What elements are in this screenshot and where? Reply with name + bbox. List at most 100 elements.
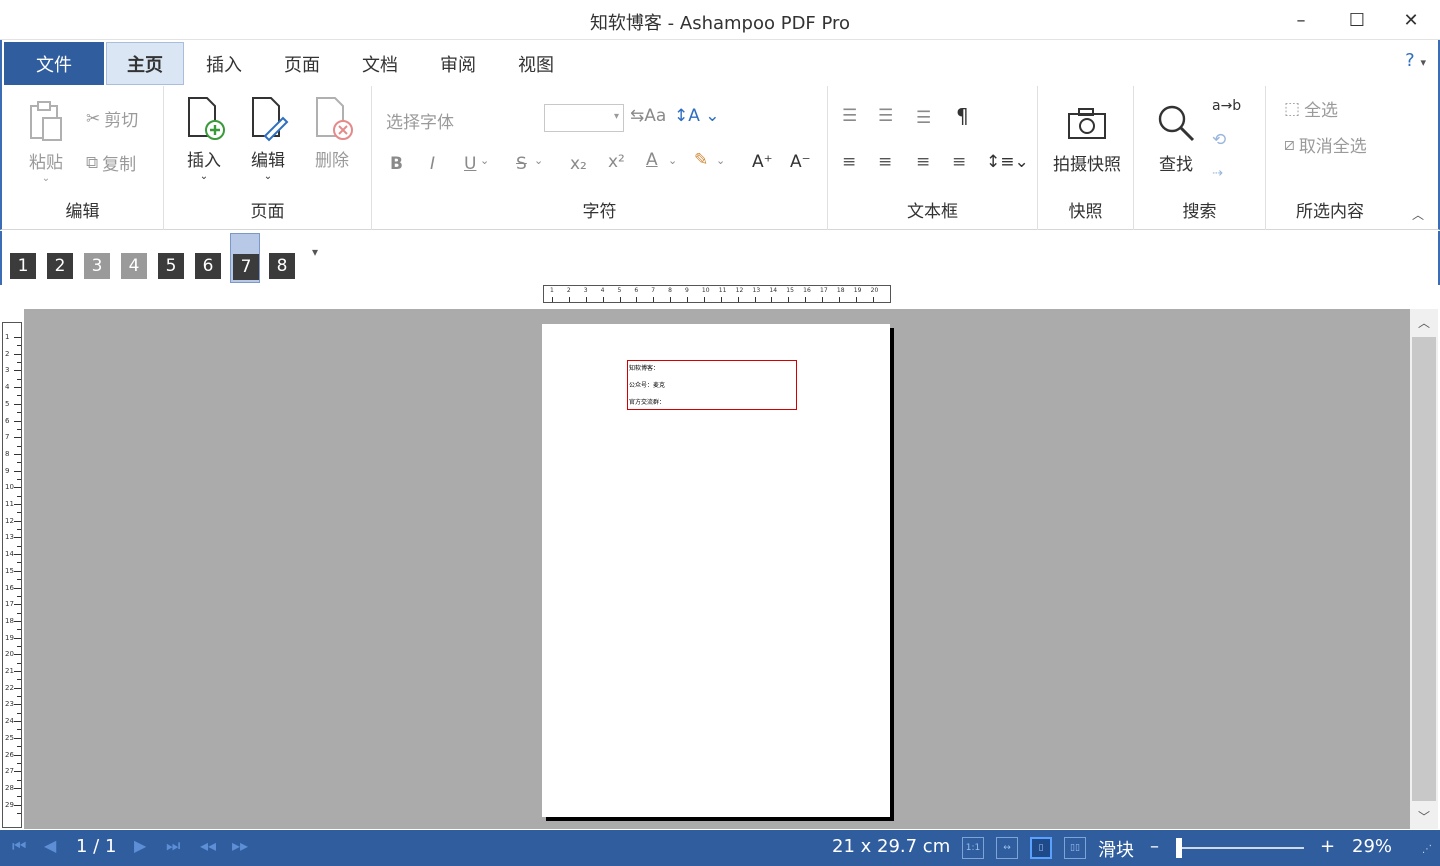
subscript-button[interactable]: x₂ <box>570 154 587 174</box>
pdf-page[interactable]: 知软博客： 公众号：麦克 官方交流群： <box>542 324 890 817</box>
ruler-tick <box>653 297 655 302</box>
close-button[interactable]: ✕ <box>1384 0 1438 40</box>
grow-font-button[interactable]: A⁺ <box>752 152 773 172</box>
italic-button[interactable]: I <box>430 154 435 174</box>
previous-page-icon[interactable]: ◀ <box>44 836 56 855</box>
ruler-tick <box>14 771 21 773</box>
deselect-all-button[interactable]: ⧄ 取消全选 <box>1284 132 1367 158</box>
ruler-tick <box>14 787 21 789</box>
ruler-number: 27 <box>5 767 14 776</box>
minimize-button[interactable]: – <box>1274 0 1328 40</box>
pilcrow-icon[interactable]: ¶ <box>956 104 969 128</box>
fit-page-icon[interactable]: ▯ <box>1030 837 1052 859</box>
snapshot-button[interactable]: 拍摄快照 <box>1044 100 1130 175</box>
customize-toolbar-icon[interactable]: ▾ <box>312 245 318 259</box>
zoom-slider-thumb[interactable] <box>1176 838 1182 858</box>
text-size-icon[interactable]: ↕A ⌄ <box>674 106 720 126</box>
two-page-icon[interactable]: ▯▯ <box>1064 837 1086 859</box>
tab-document[interactable]: 文档 <box>348 42 412 85</box>
chevron-down-icon[interactable]: ⌄ <box>534 154 543 167</box>
font-size-select[interactable]: ▾ <box>544 104 624 132</box>
last-page-icon[interactable]: ⏭ <box>166 836 180 856</box>
zoom-in-button[interactable]: + <box>1320 836 1335 857</box>
hand-tool-button[interactable]: 1 <box>8 233 38 283</box>
scroll-down-icon[interactable]: ﹀ <box>1410 803 1438 829</box>
strikethrough-button[interactable]: S <box>516 154 527 174</box>
text-line[interactable]: 官方交流群： <box>629 397 665 406</box>
tab-view[interactable]: 视图 <box>504 42 568 85</box>
save-button[interactable]: 3 <box>82 233 112 283</box>
add-text-button[interactable]: 8 <box>267 233 297 283</box>
align-top-icon[interactable]: ☰ <box>842 106 857 126</box>
ruler-number: 12 <box>5 516 14 525</box>
find-button[interactable]: 查找 <box>1146 100 1206 175</box>
first-page-icon[interactable]: ⏮ <box>12 836 26 856</box>
tab-file[interactable]: 文件 <box>4 42 104 85</box>
underline-button[interactable]: U <box>464 154 476 174</box>
delete-page-button[interactable]: 删除 <box>306 96 358 171</box>
select-tool-button[interactable]: 5 <box>156 233 186 283</box>
replace-button[interactable]: a→b <box>1212 98 1241 114</box>
align-bottom-icon[interactable]: ☰ <box>916 108 931 128</box>
paste-button[interactable]: 粘贴 ⌄ <box>20 98 72 184</box>
tab-page[interactable]: 页面 <box>270 42 334 85</box>
edit-page-button[interactable]: 编辑 ⌄ <box>242 96 294 182</box>
text-direction-icon[interactable]: ⇆Aa <box>630 106 666 126</box>
deselect-icon: ⧄ <box>1284 134 1295 155</box>
fit-width-icon[interactable]: ↔ <box>996 837 1018 859</box>
tab-home[interactable]: 主页 <box>106 42 184 85</box>
align-justify-icon[interactable]: ≡ <box>952 152 966 172</box>
ruler-tick <box>14 737 21 739</box>
chevron-down-icon[interactable]: ⌄ <box>716 154 725 167</box>
font-color-button[interactable]: A <box>646 150 658 170</box>
cut-button[interactable]: ✂ 剪切 <box>86 106 138 132</box>
page-indicator[interactable]: 1 / 1 <box>76 836 116 857</box>
ruler-number: 16 <box>5 583 14 592</box>
superscript-button[interactable]: x² <box>608 152 625 172</box>
tab-review[interactable]: 审阅 <box>426 42 490 85</box>
ruler-number: 13 <box>5 533 14 542</box>
align-right-icon[interactable]: ≡ <box>916 152 930 172</box>
scroll-up-icon[interactable]: ︿ <box>1410 309 1438 335</box>
shrink-font-button[interactable]: A⁻ <box>790 152 811 172</box>
ruler-tick <box>585 297 587 302</box>
text-tool-button[interactable]: 7 <box>230 233 260 283</box>
next-page-icon[interactable]: ▶ <box>134 836 146 855</box>
chevron-down-icon[interactable]: ⌄ <box>480 154 489 167</box>
ruler-number: 2 <box>5 349 10 358</box>
collapse-ribbon-icon[interactable]: ︿ <box>1412 206 1424 223</box>
chevron-down-icon[interactable]: ⌄ <box>668 154 677 167</box>
zoom-out-button[interactable]: – <box>1150 836 1159 857</box>
open-button[interactable]: 2 <box>45 233 75 283</box>
line-spacing-icon[interactable]: ↕≡⌄ <box>986 152 1029 172</box>
maximize-button[interactable]: ☐ <box>1330 0 1384 40</box>
text-box[interactable]: 知软博客： 公众号：麦克 官方交流群： <box>627 360 797 410</box>
shortcut-badge: 8 <box>269 253 295 279</box>
ruler-tick <box>17 645 21 647</box>
resize-grip-icon[interactable]: ⋰ <box>1422 844 1432 855</box>
forward-icon[interactable]: ▸▸ <box>232 836 248 855</box>
back-icon[interactable]: ◂◂ <box>200 836 216 855</box>
text-line[interactable]: 知软博客： <box>629 363 659 372</box>
vertical-scrollbar[interactable]: ︿ ﹀ <box>1410 309 1438 829</box>
select-all-button[interactable]: ⬚ 全选 <box>1284 96 1338 122</box>
bold-button[interactable]: B <box>390 154 403 174</box>
actual-size-icon[interactable]: 1:1 <box>962 837 984 859</box>
insert-page-button[interactable]: 插入 ⌄ <box>178 96 230 182</box>
find-next-icon[interactable]: ⇢ <box>1212 166 1223 181</box>
text-line[interactable]: 公众号：麦克 <box>629 380 665 389</box>
align-center-icon[interactable]: ≡ <box>878 152 892 172</box>
font-family-select[interactable]: 选择字体 <box>386 108 454 133</box>
align-left-icon[interactable]: ≡ <box>842 152 856 172</box>
find-previous-icon[interactable]: ⟲ <box>1212 130 1226 150</box>
align-middle-icon[interactable]: ☰ <box>878 106 893 126</box>
copy-button[interactable]: ⧉ 复制 <box>86 150 136 176</box>
tab-insert[interactable]: 插入 <box>192 42 256 85</box>
highlight-icon[interactable]: ✎ <box>694 150 708 170</box>
scrollbar-thumb[interactable] <box>1412 337 1436 801</box>
ruler-number: 1 <box>550 287 554 294</box>
pan-tool-button[interactable]: 6 <box>193 233 223 283</box>
zoom-slider-track[interactable] <box>1180 847 1304 849</box>
help-button[interactable]: ? ▾ <box>1405 50 1426 71</box>
undo-button[interactable]: 4 <box>119 233 149 283</box>
